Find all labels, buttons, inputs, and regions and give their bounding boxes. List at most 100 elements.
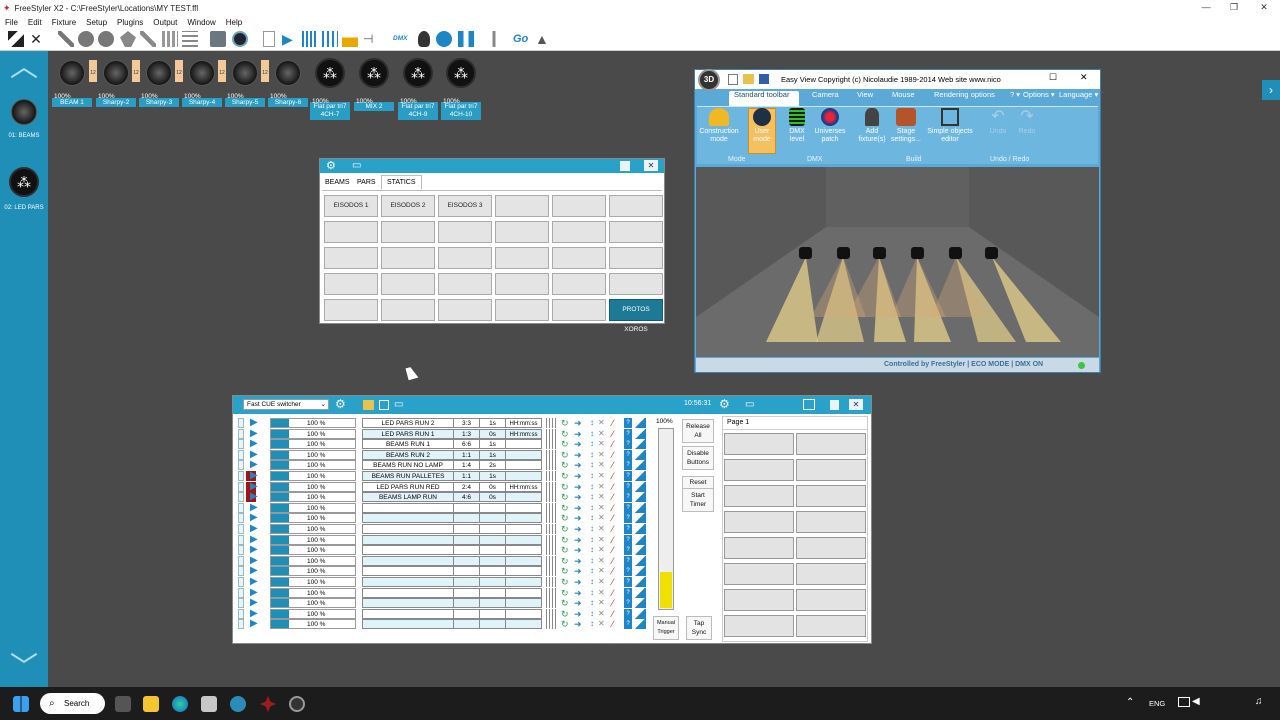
easy-close-button[interactable]: ✕ bbox=[1080, 72, 1088, 83]
cue-level-bar[interactable]: 100 % bbox=[270, 492, 356, 503]
menu-fixture[interactable]: Fixture bbox=[52, 18, 76, 27]
tab-page-1[interactable]: Page 1 bbox=[727, 419, 749, 426]
fader-icon[interactable] bbox=[486, 31, 502, 47]
cue-random-icon[interactable]: ↕ bbox=[590, 503, 594, 513]
cue-loop-icon[interactable]: ↻ bbox=[561, 619, 569, 629]
pan-icon[interactable] bbox=[58, 31, 74, 47]
folder-icon[interactable]: ▭ bbox=[745, 399, 754, 410]
scene-button[interactable] bbox=[381, 273, 435, 295]
cue-next-icon[interactable]: ➜ bbox=[574, 619, 582, 629]
maximize-button[interactable]: ❐ bbox=[1220, 0, 1248, 16]
cue-disabled-icon[interactable]: ⁄ bbox=[612, 577, 614, 587]
cue-play-icon[interactable]: ▶ bbox=[250, 534, 258, 545]
tray-chevron-icon[interactable]: ⌃ bbox=[1126, 697, 1134, 708]
undo-button[interactable]: ↶ Undo bbox=[983, 108, 1013, 136]
scene-button[interactable] bbox=[552, 247, 606, 269]
cue-ramp-icon[interactable] bbox=[634, 566, 646, 577]
user-mode-button[interactable]: User mode bbox=[742, 108, 782, 144]
cue-loop-icon[interactable]: ↻ bbox=[561, 566, 569, 576]
tap-sync-button[interactable]: Tap Sync bbox=[686, 616, 712, 640]
cue-loop-icon[interactable]: ↻ bbox=[561, 460, 569, 470]
cue-ramp-icon[interactable] bbox=[634, 545, 646, 556]
simple-objects-editor-button[interactable]: Simple objects editor bbox=[925, 108, 975, 144]
scene-button[interactable] bbox=[495, 221, 549, 243]
menu-file[interactable]: File bbox=[5, 18, 18, 27]
cue-level-bar[interactable]: 100 % bbox=[270, 545, 356, 556]
scene-button[interactable] bbox=[609, 221, 663, 243]
chart-icon[interactable] bbox=[342, 31, 358, 47]
cue-loop-icon[interactable]: ↻ bbox=[561, 429, 569, 439]
cue-play-icon[interactable]: ▶ bbox=[250, 460, 258, 470]
cue-grid-icon[interactable] bbox=[546, 524, 558, 534]
scene-button[interactable] bbox=[495, 273, 549, 295]
cue-grid-icon[interactable] bbox=[546, 471, 558, 481]
cue-loop-icon[interactable]: ↻ bbox=[561, 545, 569, 555]
menu-help[interactable]: Help bbox=[226, 18, 242, 27]
cue-loop-icon[interactable]: ↻ bbox=[561, 492, 569, 502]
cue-select-box[interactable] bbox=[238, 460, 244, 471]
expand-right-icon[interactable]: › bbox=[1262, 80, 1280, 100]
options-menu[interactable]: Options ▾ bbox=[1023, 90, 1055, 99]
scene-button[interactable]: EISODOS 1 bbox=[324, 195, 378, 217]
cue-select-box[interactable] bbox=[238, 545, 244, 556]
cue-grid-icon[interactable] bbox=[546, 439, 558, 450]
page-button[interactable] bbox=[796, 433, 866, 455]
cue-next-icon[interactable]: ➜ bbox=[574, 588, 582, 598]
cue-select-box[interactable] bbox=[238, 492, 244, 503]
cue-random-icon[interactable]: ↕ bbox=[590, 619, 594, 629]
notification-bell-icon[interactable]: ♫ bbox=[1255, 696, 1263, 707]
fixture-sharpy-2[interactable]: 12 100% Sharpy-2 bbox=[89, 60, 136, 107]
cue-row[interactable]: ▶ 100 % LED PARS RUN RED 2:4 0s HH:mm:ss ↻ ➜ ↕ ✕ ⁄… bbox=[238, 481, 678, 493]
cue-grid-icon[interactable] bbox=[546, 428, 558, 439]
globe-app-icon[interactable] bbox=[230, 696, 246, 712]
cue-level-bar[interactable]: 100 % bbox=[270, 619, 356, 630]
fixture-mix-2[interactable]: 100% MIX 2 bbox=[354, 58, 394, 111]
page-button[interactable] bbox=[796, 589, 866, 611]
cue-play-icon[interactable]: ▶ bbox=[250, 439, 258, 449]
sequencer-icon[interactable] bbox=[302, 31, 318, 47]
scene-button[interactable] bbox=[495, 195, 549, 217]
cue-level-bar[interactable]: 100 % bbox=[270, 555, 356, 566]
cue-next-icon[interactable]: ➜ bbox=[574, 609, 582, 619]
faders-icon[interactable] bbox=[322, 31, 338, 47]
cue-shuffle-icon[interactable]: ✕ bbox=[598, 429, 605, 439]
cue-next-icon[interactable]: ➜ bbox=[574, 503, 582, 513]
cue-grid-icon[interactable] bbox=[546, 598, 558, 609]
stage-settings-button[interactable]: Stage settings... bbox=[886, 108, 926, 144]
cue-random-icon[interactable]: ↕ bbox=[590, 513, 594, 523]
cue-help-icon[interactable]: ? bbox=[624, 598, 632, 609]
cue-help-icon[interactable]: ? bbox=[624, 502, 632, 513]
cue-help-icon[interactable]: ? bbox=[624, 577, 632, 587]
cue-row[interactable]: ▶ 100 % ↻ ➜ ↕ ✕ ⁄? bbox=[238, 577, 678, 588]
cue-level-bar[interactable]: 100 % bbox=[270, 524, 356, 534]
close-button[interactable]: ✕ bbox=[1250, 0, 1278, 16]
cue-loop-icon[interactable]: ↻ bbox=[561, 439, 569, 449]
scene-button[interactable] bbox=[381, 247, 435, 269]
cue-grid-icon[interactable] bbox=[546, 587, 558, 598]
cue-disabled-icon[interactable]: ⁄ bbox=[612, 535, 614, 545]
shape-ellipse-icon[interactable] bbox=[98, 31, 114, 47]
list-icon[interactable] bbox=[182, 31, 198, 47]
fixture-flat-par-10[interactable]: 100% Flat par tri7 4CH-10 bbox=[441, 58, 481, 120]
cue-disabled-icon[interactable]: ⁄ bbox=[612, 450, 614, 460]
cue-random-icon[interactable]: ↕ bbox=[590, 545, 594, 555]
cue-loop-icon[interactable]: ↻ bbox=[561, 556, 569, 566]
select-icon[interactable] bbox=[8, 31, 24, 47]
cue-level-bar[interactable]: 100 % bbox=[270, 428, 356, 439]
cue-ramp-icon[interactable] bbox=[634, 577, 646, 587]
group-led-pars[interactable]: 02: LED PARS bbox=[4, 167, 44, 211]
cue-random-icon[interactable]: ↕ bbox=[590, 588, 594, 598]
release-all-button[interactable]: Release All bbox=[682, 419, 714, 443]
menu-plugins[interactable]: Plugins bbox=[117, 18, 143, 27]
cue-play-icon[interactable]: ▶ bbox=[250, 566, 258, 576]
cue-level-bar[interactable]: 100 % bbox=[270, 418, 356, 428]
printer-icon[interactable] bbox=[210, 31, 226, 47]
cue-grid-icon[interactable] bbox=[546, 619, 558, 630]
cue-shuffle-icon[interactable]: ✕ bbox=[598, 588, 605, 598]
cue-level-bar[interactable]: 100 % bbox=[270, 481, 356, 492]
cue-help-icon[interactable]: ? bbox=[624, 545, 632, 556]
cue-next-icon[interactable]: ➜ bbox=[574, 513, 582, 523]
cue-level-bar[interactable]: 100 % bbox=[270, 471, 356, 481]
cue-shuffle-icon[interactable]: ✕ bbox=[598, 577, 605, 587]
cue-row[interactable]: ▶ 100 % BEAMS LAMP RUN 4:6 0s ↻ ➜ ↕ ✕ ⁄? bbox=[238, 492, 678, 503]
